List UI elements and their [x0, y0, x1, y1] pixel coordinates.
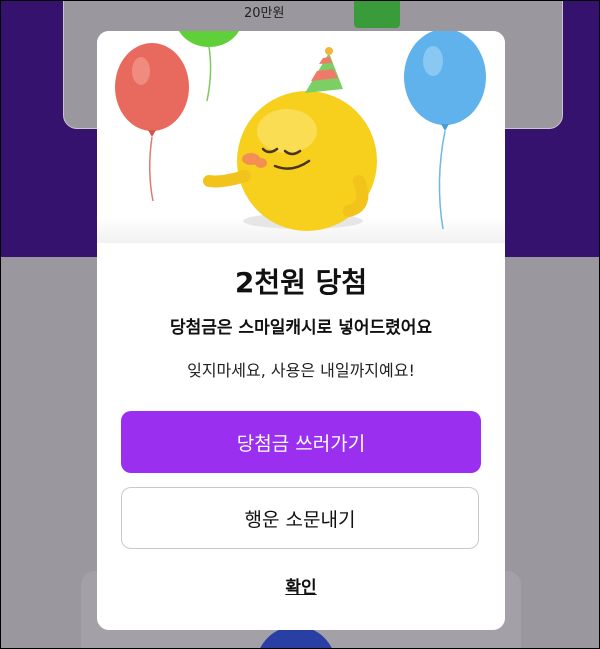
dialog-subtitle: 당첨금은 스마일캐시로 넣어드렸어요 [169, 318, 433, 338]
win-dialog: 2천원 당첨 당첨금은 스마일캐시로 넣어드렸어요 잊지마세요, 사용은 내일까… [97, 31, 505, 630]
screen-frame: 20만원 2천원 당첨 당첨금은 스마일캐시로 넣어드렸어요 잊지마세요, 사용… [0, 0, 600, 649]
party-hat-icon [305, 47, 343, 93]
dialog-title: 2천원 당첨 [234, 266, 368, 299]
background-prize-amount: 20만원 [244, 6, 285, 21]
confirm-link[interactable]: 확인 [97, 573, 505, 598]
use-prize-button[interactable]: 당첨금 쓰러가기 [121, 411, 481, 473]
celebration-illustration [97, 31, 505, 243]
share-luck-button[interactable]: 행운 소문내기 [121, 487, 479, 549]
party-character-icon [203, 91, 377, 231]
red-balloon-icon [115, 43, 189, 202]
blue-balloon-icon [404, 31, 486, 230]
background-green-button [354, 1, 400, 28]
dialog-note: 잊지마세요, 사용은 내일까지예요! [187, 361, 415, 380]
